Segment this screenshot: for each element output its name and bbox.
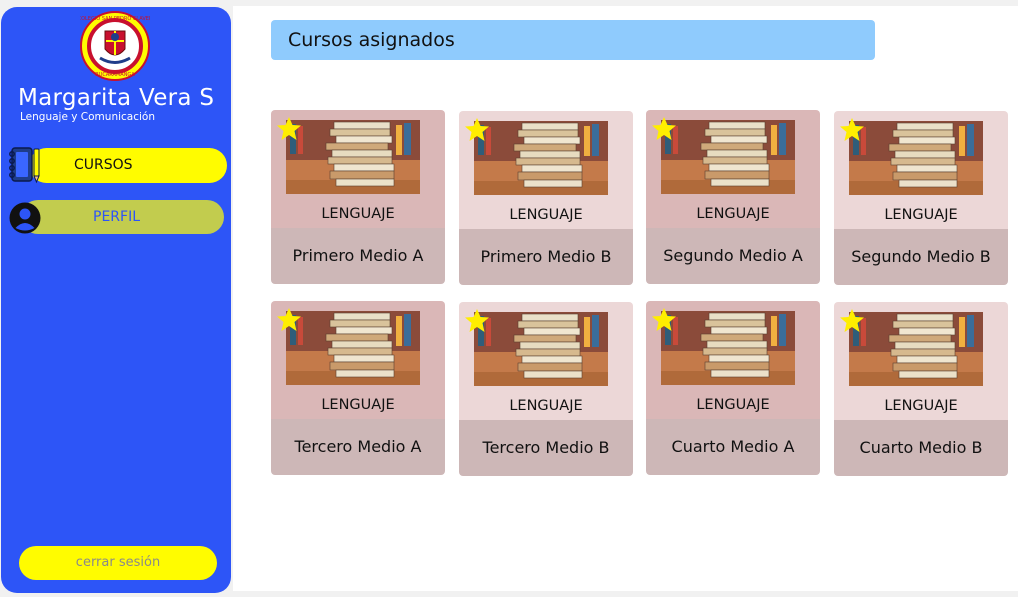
- course-name: Primero Medio A: [292, 246, 424, 265]
- course-subject: LENGUAJE: [321, 397, 395, 413]
- star-icon[interactable]: [651, 307, 677, 333]
- star-icon[interactable]: [464, 117, 490, 143]
- course-card[interactable]: LENGUAJE Cuarto Medio A: [646, 301, 820, 475]
- course-subject: LENGUAJE: [884, 207, 958, 223]
- course-card-footer: Tercero Medio B: [459, 420, 633, 476]
- course-card-header: LENGUAJE: [834, 302, 1008, 420]
- user-icon: [9, 202, 41, 234]
- user-name: Margarita Vera S: [18, 85, 215, 111]
- course-card[interactable]: LENGUAJE Cuarto Medio B: [834, 302, 1008, 476]
- logout-button[interactable]: cerrar sesión: [19, 546, 217, 580]
- notebook-icon: [9, 147, 40, 184]
- nav-cursos-button[interactable]: CURSOS: [29, 148, 227, 183]
- course-card[interactable]: LENGUAJE Tercero Medio B: [459, 302, 633, 476]
- course-card-footer: Primero Medio B: [459, 229, 633, 285]
- course-card-footer: Segundo Medio A: [646, 228, 820, 284]
- books-image: [474, 312, 608, 386]
- course-name: Tercero Medio A: [294, 437, 422, 456]
- course-card-header: LENGUAJE: [459, 111, 633, 229]
- course-card-header: LENGUAJE: [459, 302, 633, 420]
- sidebar: COLEGIO SAN PEDRO CLAVER BUCARAMANGA Mar…: [1, 7, 231, 593]
- course-card[interactable]: LENGUAJE Segundo Medio A: [646, 110, 820, 284]
- course-card-header: LENGUAJE: [834, 111, 1008, 229]
- course-card-footer: Tercero Medio A: [271, 419, 445, 475]
- course-name: Primero Medio B: [480, 247, 612, 266]
- course-name: Segundo Medio B: [851, 247, 991, 266]
- books-image: [661, 120, 795, 194]
- course-card-header: LENGUAJE: [271, 301, 445, 419]
- books-image: [661, 311, 795, 385]
- course-card[interactable]: LENGUAJE Tercero Medio A: [271, 301, 445, 475]
- course-card-footer: Segundo Medio B: [834, 229, 1008, 285]
- books-image: [849, 312, 983, 386]
- star-icon[interactable]: [276, 116, 302, 142]
- course-name: Cuarto Medio A: [671, 437, 795, 456]
- nav-perfil-button[interactable]: PERFIL: [21, 200, 224, 234]
- main-content-area: [233, 6, 1018, 591]
- logout-label: cerrar sesión: [75, 555, 161, 570]
- course-subject: LENGUAJE: [509, 398, 583, 414]
- page-title-bar: Cursos asignados: [271, 20, 875, 60]
- course-card-footer: Cuarto Medio A: [646, 419, 820, 475]
- books-image: [286, 311, 420, 385]
- course-name: Segundo Medio A: [663, 246, 803, 265]
- course-card[interactable]: LENGUAJE Primero Medio B: [459, 111, 633, 285]
- books-image: [474, 121, 608, 195]
- svg-text:COLEGIO SAN PEDRO CLAVER: COLEGIO SAN PEDRO CLAVER: [80, 16, 150, 22]
- course-card-footer: Primero Medio A: [271, 228, 445, 284]
- course-card-footer: Cuarto Medio B: [834, 420, 1008, 476]
- star-icon[interactable]: [276, 307, 302, 333]
- page-title: Cursos asignados: [288, 29, 455, 51]
- books-image: [849, 121, 983, 195]
- svg-text:BUCARAMANGA: BUCARAMANGA: [95, 72, 135, 78]
- course-card-header: LENGUAJE: [271, 110, 445, 228]
- nav-perfil-label: PERFIL: [93, 209, 140, 225]
- books-image: [286, 120, 420, 194]
- course-subject: LENGUAJE: [884, 398, 958, 414]
- course-name: Tercero Medio B: [482, 438, 610, 457]
- course-card[interactable]: LENGUAJE Primero Medio A: [271, 110, 445, 284]
- course-card-header: LENGUAJE: [646, 301, 820, 419]
- nav-cursos-label: CURSOS: [74, 157, 133, 173]
- course-name: Cuarto Medio B: [859, 438, 983, 457]
- app-page: COLEGIO SAN PEDRO CLAVER BUCARAMANGA Mar…: [0, 0, 1018, 597]
- course-card-header: LENGUAJE: [646, 110, 820, 228]
- course-card[interactable]: LENGUAJE Segundo Medio B: [834, 111, 1008, 285]
- course-subject: LENGUAJE: [321, 206, 395, 222]
- course-subject: LENGUAJE: [509, 207, 583, 223]
- star-icon[interactable]: [464, 308, 490, 334]
- user-subject: Lenguaje y Comunicación: [20, 111, 155, 123]
- school-logo: COLEGIO SAN PEDRO CLAVER BUCARAMANGA: [80, 11, 150, 81]
- course-subject: LENGUAJE: [696, 397, 770, 413]
- star-icon[interactable]: [839, 308, 865, 334]
- course-subject: LENGUAJE: [696, 206, 770, 222]
- star-icon[interactable]: [839, 117, 865, 143]
- star-icon[interactable]: [651, 116, 677, 142]
